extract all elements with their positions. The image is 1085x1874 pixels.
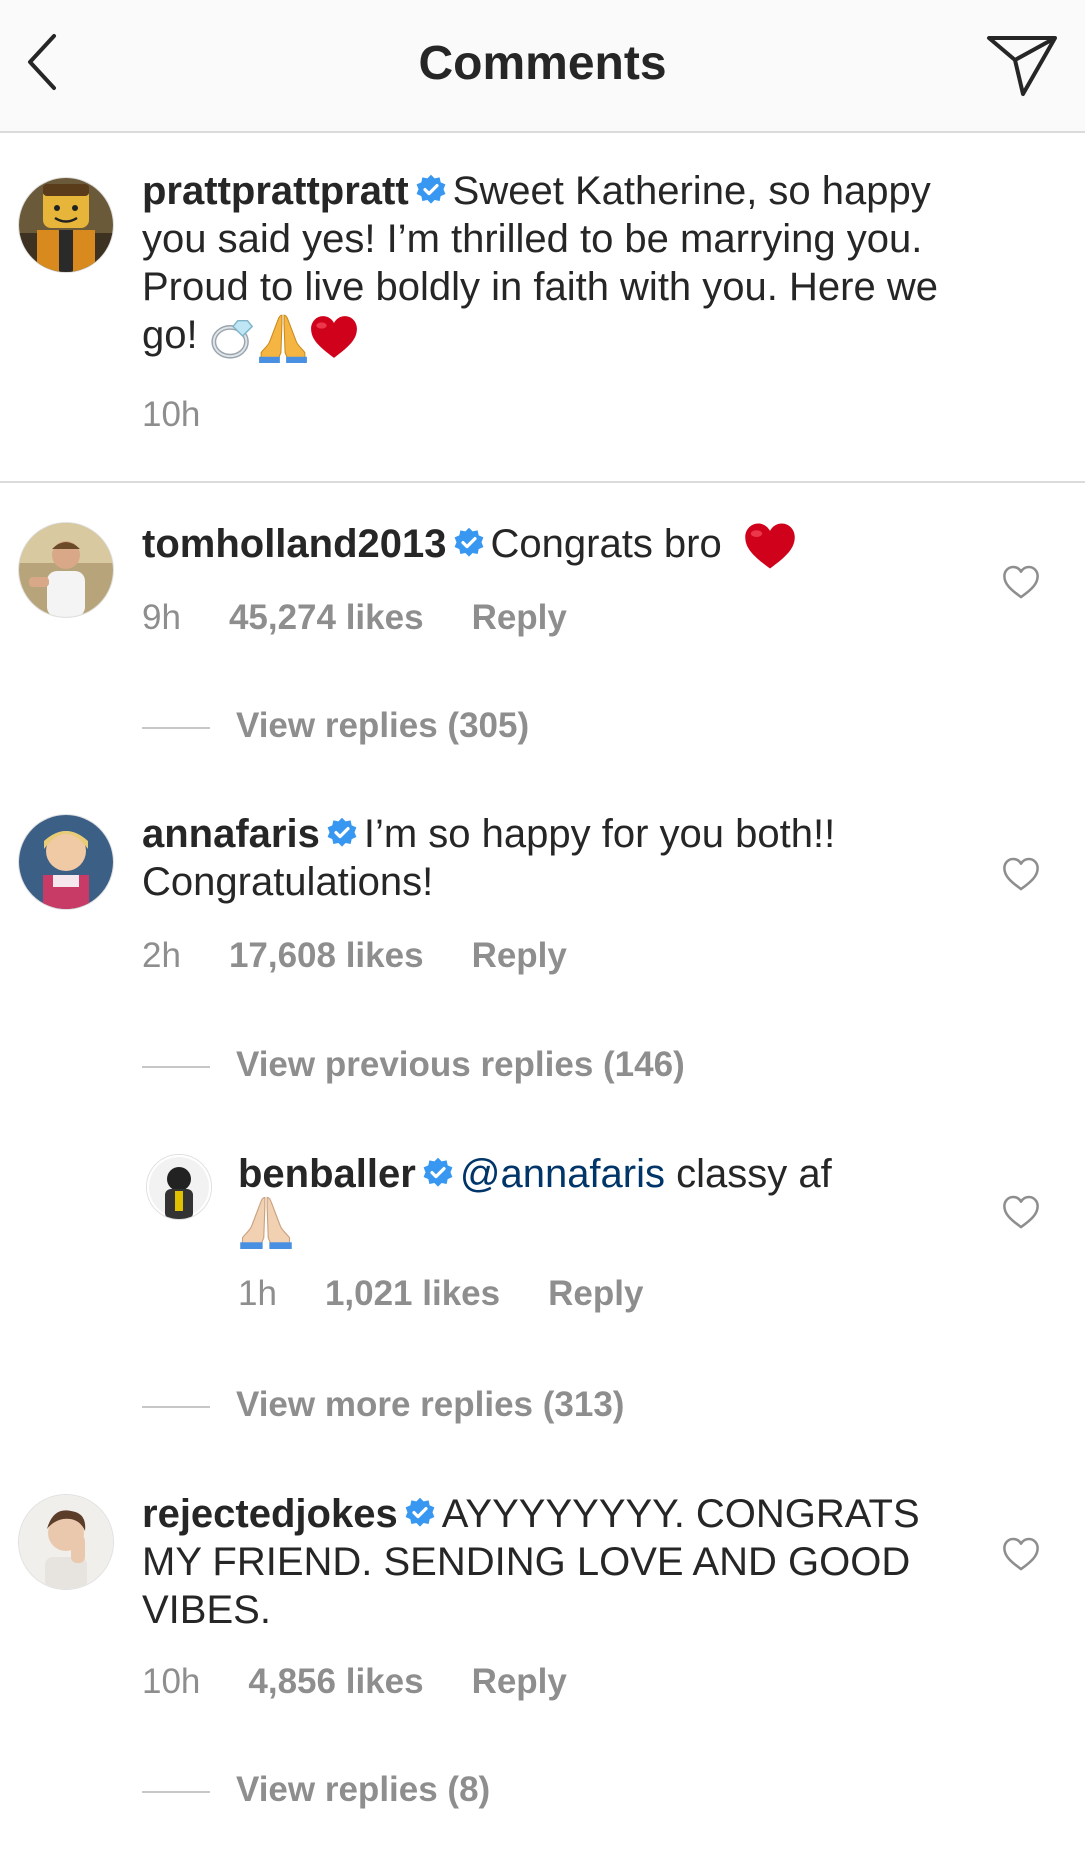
avatar-image (147, 1155, 211, 1219)
avatar-image (19, 178, 113, 272)
view-replies-label: View previous replies (146) (236, 1045, 685, 1084)
comment-text: tomholland2013 Congrats bro (142, 520, 962, 571)
direct-message-icon[interactable] (985, 32, 1059, 98)
divider-line (142, 1790, 210, 1793)
view-more-replies-button[interactable]: View more replies (313) (142, 1385, 624, 1425)
view-replies-label: View replies (8) (236, 1770, 491, 1809)
red-heart-emoji-icon (743, 521, 797, 571)
divider-line (142, 1065, 210, 1068)
view-replies-label: View replies (305) (236, 706, 530, 745)
avatar[interactable] (18, 814, 114, 910)
verified-badge-icon (404, 1497, 436, 1529)
like-heart-icon[interactable] (1002, 1536, 1040, 1572)
post-time: 10h (142, 395, 248, 435)
like-heart-icon[interactable] (1002, 1194, 1040, 1230)
avatar-image (19, 1495, 113, 1589)
reply-button[interactable]: Reply (472, 936, 567, 975)
reply-button[interactable]: Reply (472, 1662, 567, 1701)
comment-meta: 10h 4,856 likes Reply (142, 1662, 615, 1702)
comment-text: annafaris I’m so happy for you both!! Con… (142, 810, 962, 906)
likes-count[interactable]: 45,274 likes (229, 598, 424, 637)
comment-meta: 9h 45,274 likes Reply (142, 598, 615, 638)
username[interactable]: prattprattpratt (142, 169, 409, 213)
avatar[interactable] (18, 522, 114, 618)
reply-button[interactable]: Reply (472, 598, 567, 637)
view-replies-label: View more replies (313) (236, 1385, 625, 1424)
comment-body: Congrats bro (490, 522, 722, 566)
folded-hands-emoji-icon (257, 311, 309, 363)
reply-text: benballer @annafaris classy af (238, 1150, 958, 1249)
mention-link[interactable]: @annafaris (460, 1152, 665, 1196)
page-title: Comments (418, 37, 667, 90)
ring-emoji-icon (209, 313, 257, 361)
likes-count[interactable]: 4,856 likes (248, 1662, 423, 1701)
avatar[interactable] (18, 177, 114, 273)
timestamp: 1h (238, 1274, 277, 1313)
timestamp: 9h (142, 598, 181, 637)
timestamp: 10h (142, 1662, 201, 1701)
verified-badge-icon (415, 174, 447, 206)
comment-meta: 2h 17,608 likes Reply (142, 936, 615, 976)
avatar[interactable] (18, 1494, 114, 1590)
reply-button[interactable]: Reply (548, 1274, 643, 1313)
timestamp: 2h (142, 936, 181, 975)
like-heart-icon[interactable] (1002, 856, 1040, 892)
post-caption: prattprattpratt Sweet Katherine, so happy… (0, 133, 1085, 483)
username[interactable]: benballer (238, 1152, 416, 1196)
divider-line (142, 726, 210, 729)
red-heart-emoji-icon (309, 314, 359, 360)
caption-text: prattprattpratt Sweet Katherine, so happy… (142, 167, 962, 363)
folded-hands-emoji-icon (238, 1193, 294, 1249)
reply-body: classy af (676, 1152, 832, 1196)
avatar-image (19, 815, 113, 909)
view-replies-button[interactable]: View replies (8) (142, 1770, 490, 1810)
verified-badge-icon (326, 817, 358, 849)
likes-count[interactable]: 1,021 likes (325, 1274, 500, 1313)
divider-line (142, 1405, 210, 1408)
timestamp: 10h (142, 395, 201, 434)
avatar[interactable] (146, 1154, 212, 1220)
avatar-image (19, 523, 113, 617)
comment-text: rejectedjokes AYYYYYYYY. CONGRATS MY FRIE… (142, 1490, 962, 1634)
reply-meta: 1h 1,021 likes Reply (238, 1274, 691, 1314)
view-previous-replies-button[interactable]: View previous replies (146) (142, 1045, 685, 1085)
like-heart-icon[interactable] (1002, 564, 1040, 600)
verified-badge-icon (453, 527, 485, 559)
username[interactable]: rejectedjokes (142, 1492, 398, 1536)
verified-badge-icon (422, 1157, 454, 1189)
view-replies-button[interactable]: View replies (305) (142, 706, 529, 746)
header-bar: Comments (0, 0, 1085, 133)
username[interactable]: annafaris (142, 812, 320, 856)
username[interactable]: tomholland2013 (142, 522, 447, 566)
likes-count[interactable]: 17,608 likes (229, 936, 424, 975)
